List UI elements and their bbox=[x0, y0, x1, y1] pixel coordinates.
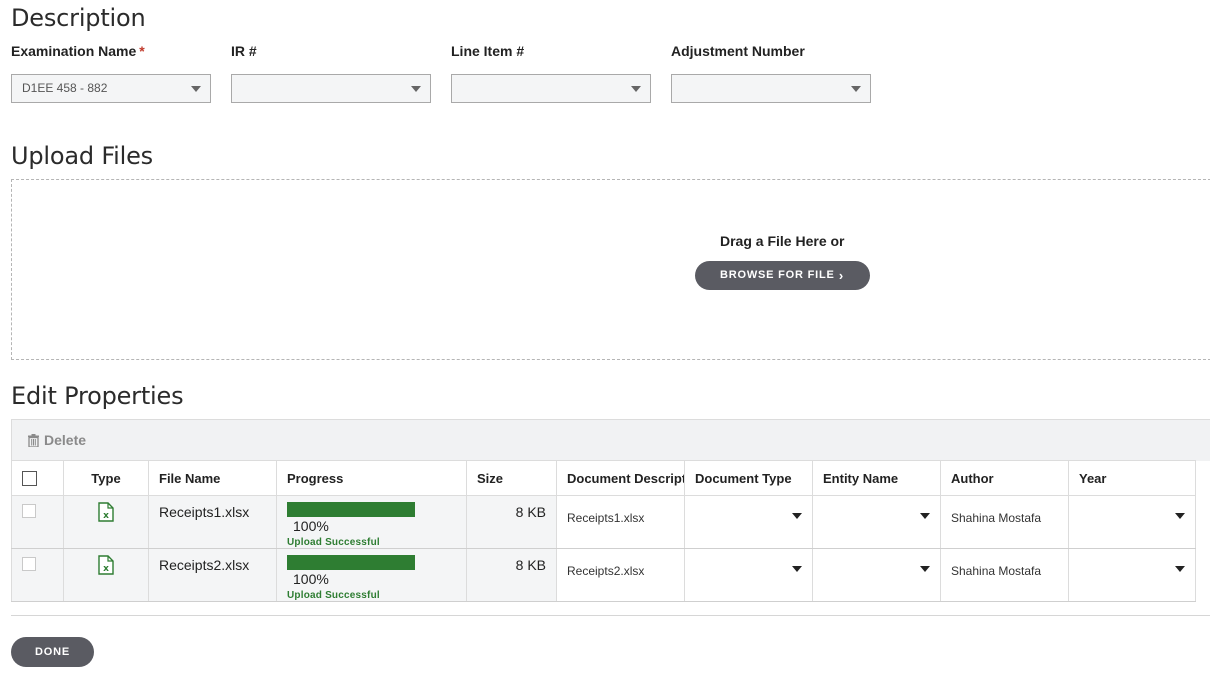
description-heading: Description bbox=[11, 4, 146, 32]
document-description-cell[interactable]: Receipts2.xlsx bbox=[556, 548, 685, 603]
examination-name-label: Examination Name * bbox=[11, 43, 145, 59]
size-cell: 8 KB bbox=[466, 548, 557, 603]
line-item-select[interactable] bbox=[451, 74, 651, 103]
row-select-cell bbox=[11, 494, 64, 550]
progress-percent: 100% bbox=[293, 518, 329, 535]
browse-for-file-button[interactable]: BROWSE FOR FILE › bbox=[695, 261, 870, 290]
select-all-checkbox[interactable] bbox=[22, 470, 37, 486]
chevron-right-icon: › bbox=[838, 268, 844, 283]
author-value: Shahina Mostafa bbox=[951, 564, 1042, 579]
entity-name-dropdown[interactable] bbox=[812, 548, 941, 603]
table-row: x Receipts1.xlsx 100% Upload Successful … bbox=[11, 494, 1196, 550]
file-dropzone[interactable] bbox=[11, 179, 1210, 360]
svg-text:x: x bbox=[103, 511, 109, 521]
column-header-year[interactable]: Year bbox=[1068, 460, 1196, 496]
type-cell: x bbox=[63, 494, 149, 550]
column-header-size[interactable]: Size bbox=[466, 460, 557, 496]
footer-divider bbox=[11, 615, 1210, 616]
file-name-cell: Receipts1.xlsx bbox=[148, 494, 277, 550]
required-marker: * bbox=[139, 43, 145, 59]
edit-toolbar: Delete bbox=[11, 419, 1210, 461]
file-name-text: Receipts2.xlsx bbox=[159, 557, 250, 574]
progress-bar bbox=[287, 554, 415, 570]
line-item-label: Line Item # bbox=[451, 43, 525, 59]
chevron-down-icon bbox=[411, 86, 421, 92]
year-value bbox=[1079, 549, 1185, 564]
document-type-dropdown[interactable] bbox=[684, 548, 813, 603]
adjustment-number-label: Adjustment Number bbox=[671, 43, 805, 59]
table-row: x Receipts2.xlsx 100% Upload Successful … bbox=[11, 548, 1196, 603]
delete-label: Delete bbox=[44, 432, 87, 448]
column-header-entity-name[interactable]: Entity Name bbox=[812, 460, 941, 496]
progress-cell: 100% Upload Successful bbox=[276, 548, 467, 603]
excel-file-icon: x bbox=[98, 502, 114, 522]
author-cell[interactable]: Shahina Mostafa bbox=[940, 548, 1069, 603]
examination-name-value: D1EE 458 - 882 bbox=[22, 81, 108, 95]
chevron-down-icon bbox=[631, 86, 641, 92]
progress-bar bbox=[287, 501, 415, 517]
author-value: Shahina Mostafa bbox=[951, 511, 1042, 525]
entity-name-value bbox=[823, 549, 930, 564]
delete-button[interactable]: Delete bbox=[28, 432, 86, 448]
upload-files-heading: Upload Files bbox=[11, 142, 153, 170]
adjustment-number-select[interactable] bbox=[671, 74, 871, 103]
column-header-document-description[interactable]: Document Description bbox=[556, 460, 685, 496]
row-checkbox[interactable] bbox=[22, 504, 36, 518]
browse-for-file-label: BROWSE FOR FILE bbox=[720, 269, 835, 281]
files-table: Type File Name Progress Size Document De… bbox=[11, 460, 1196, 603]
file-size: 8 KB bbox=[515, 557, 546, 574]
chevron-down-icon bbox=[1175, 566, 1185, 573]
entity-name-dropdown[interactable] bbox=[812, 494, 941, 550]
chevron-down-icon bbox=[920, 513, 930, 519]
row-select-cell bbox=[11, 548, 64, 603]
year-value bbox=[1079, 496, 1185, 511]
chevron-down-icon bbox=[920, 566, 930, 573]
column-header-progress[interactable]: Progress bbox=[276, 460, 467, 496]
progress-percent: 100% bbox=[293, 571, 329, 588]
file-name-text: Receipts1.xlsx bbox=[159, 504, 250, 520]
document-description-value: Receipts2.xlsx bbox=[567, 564, 645, 579]
drag-file-text: Drag a File Here or bbox=[720, 233, 845, 249]
table-header-row: Type File Name Progress Size Document De… bbox=[11, 460, 1196, 496]
size-cell: 8 KB bbox=[466, 494, 557, 550]
chevron-down-icon bbox=[1175, 513, 1185, 519]
document-description-cell[interactable]: Receipts1.xlsx bbox=[556, 494, 685, 550]
select-all-cell bbox=[11, 460, 64, 496]
chevron-down-icon bbox=[851, 86, 861, 92]
document-type-value bbox=[695, 549, 802, 564]
document-type-value bbox=[695, 496, 802, 511]
excel-file-icon: x bbox=[98, 555, 114, 575]
trash-icon bbox=[28, 434, 39, 448]
chevron-down-icon bbox=[792, 566, 802, 573]
ir-number-select[interactable] bbox=[231, 74, 431, 103]
examination-name-select[interactable]: D1EE 458 - 882 bbox=[11, 74, 211, 103]
row-checkbox[interactable] bbox=[22, 557, 36, 572]
svg-text:x: x bbox=[103, 564, 109, 574]
column-header-file-name[interactable]: File Name bbox=[148, 460, 277, 496]
year-dropdown[interactable] bbox=[1068, 548, 1196, 603]
column-header-document-type[interactable]: Document Type bbox=[684, 460, 813, 496]
document-description-value: Receipts1.xlsx bbox=[567, 511, 645, 525]
edit-properties-heading: Edit Properties bbox=[11, 382, 184, 410]
upload-status: Upload Successful bbox=[287, 537, 380, 549]
progress-cell: 100% Upload Successful bbox=[276, 494, 467, 550]
type-cell: x bbox=[63, 548, 149, 603]
column-header-type[interactable]: Type bbox=[63, 460, 149, 496]
entity-name-value bbox=[823, 496, 930, 511]
chevron-down-icon bbox=[792, 513, 802, 519]
column-header-author[interactable]: Author bbox=[940, 460, 1069, 496]
file-name-cell: Receipts2.xlsx bbox=[148, 548, 277, 603]
year-dropdown[interactable] bbox=[1068, 494, 1196, 550]
author-cell[interactable]: Shahina Mostafa bbox=[940, 494, 1069, 550]
document-type-dropdown[interactable] bbox=[684, 494, 813, 550]
file-size: 8 KB bbox=[515, 504, 546, 520]
done-button[interactable]: DONE bbox=[11, 637, 94, 667]
upload-status: Upload Successful bbox=[287, 590, 380, 602]
ir-number-label: IR # bbox=[231, 43, 257, 59]
chevron-down-icon bbox=[191, 86, 201, 92]
